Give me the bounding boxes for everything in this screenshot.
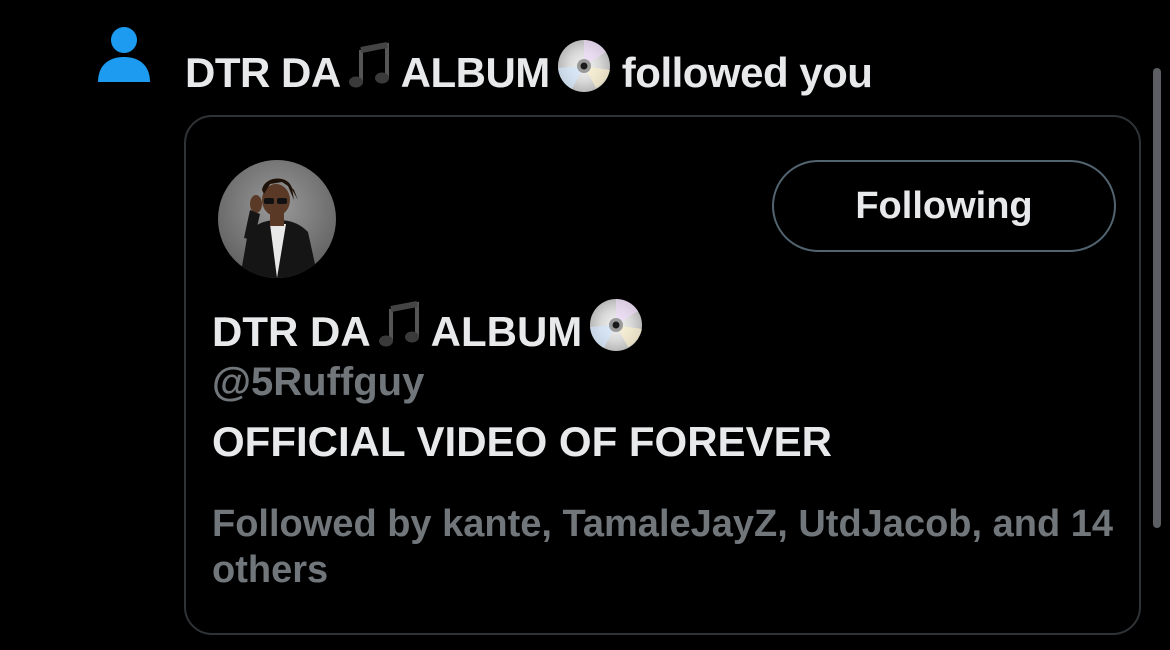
person-icon (96, 26, 152, 84)
musical-note-icon (347, 42, 395, 104)
musical-note-icon (377, 301, 425, 363)
notification-text[interactable]: DTR DA ALBUM followed you (185, 38, 873, 108)
notification-action: followed you (621, 49, 873, 96)
avatar[interactable] (218, 160, 336, 278)
display-name-part1: DTR DA (212, 308, 371, 355)
followed-by-text[interactable]: Followed by kante, TamaleJayZ, UtdJacob,… (212, 501, 1122, 593)
following-button[interactable]: Following (772, 160, 1116, 252)
notification-actor-name-part1: DTR DA (185, 49, 341, 96)
notification-screen: DTR DA ALBUM followed you Following DTR … (0, 0, 1170, 650)
user-handle[interactable]: @5Ruffguy (212, 357, 424, 407)
notification-actor-name-part2: ALBUM (400, 49, 551, 96)
scrollbar[interactable] (1153, 68, 1161, 528)
user-bio: OFFICIAL VIDEO OF FOREVER (212, 418, 832, 465)
user-card[interactable]: Following DTR DA ALBUM @5Ruffguy OFFICIA… (184, 115, 1141, 635)
display-name-part2: ALBUM (430, 308, 583, 355)
optical-disc-icon (556, 38, 612, 108)
optical-disc-icon (588, 297, 644, 367)
